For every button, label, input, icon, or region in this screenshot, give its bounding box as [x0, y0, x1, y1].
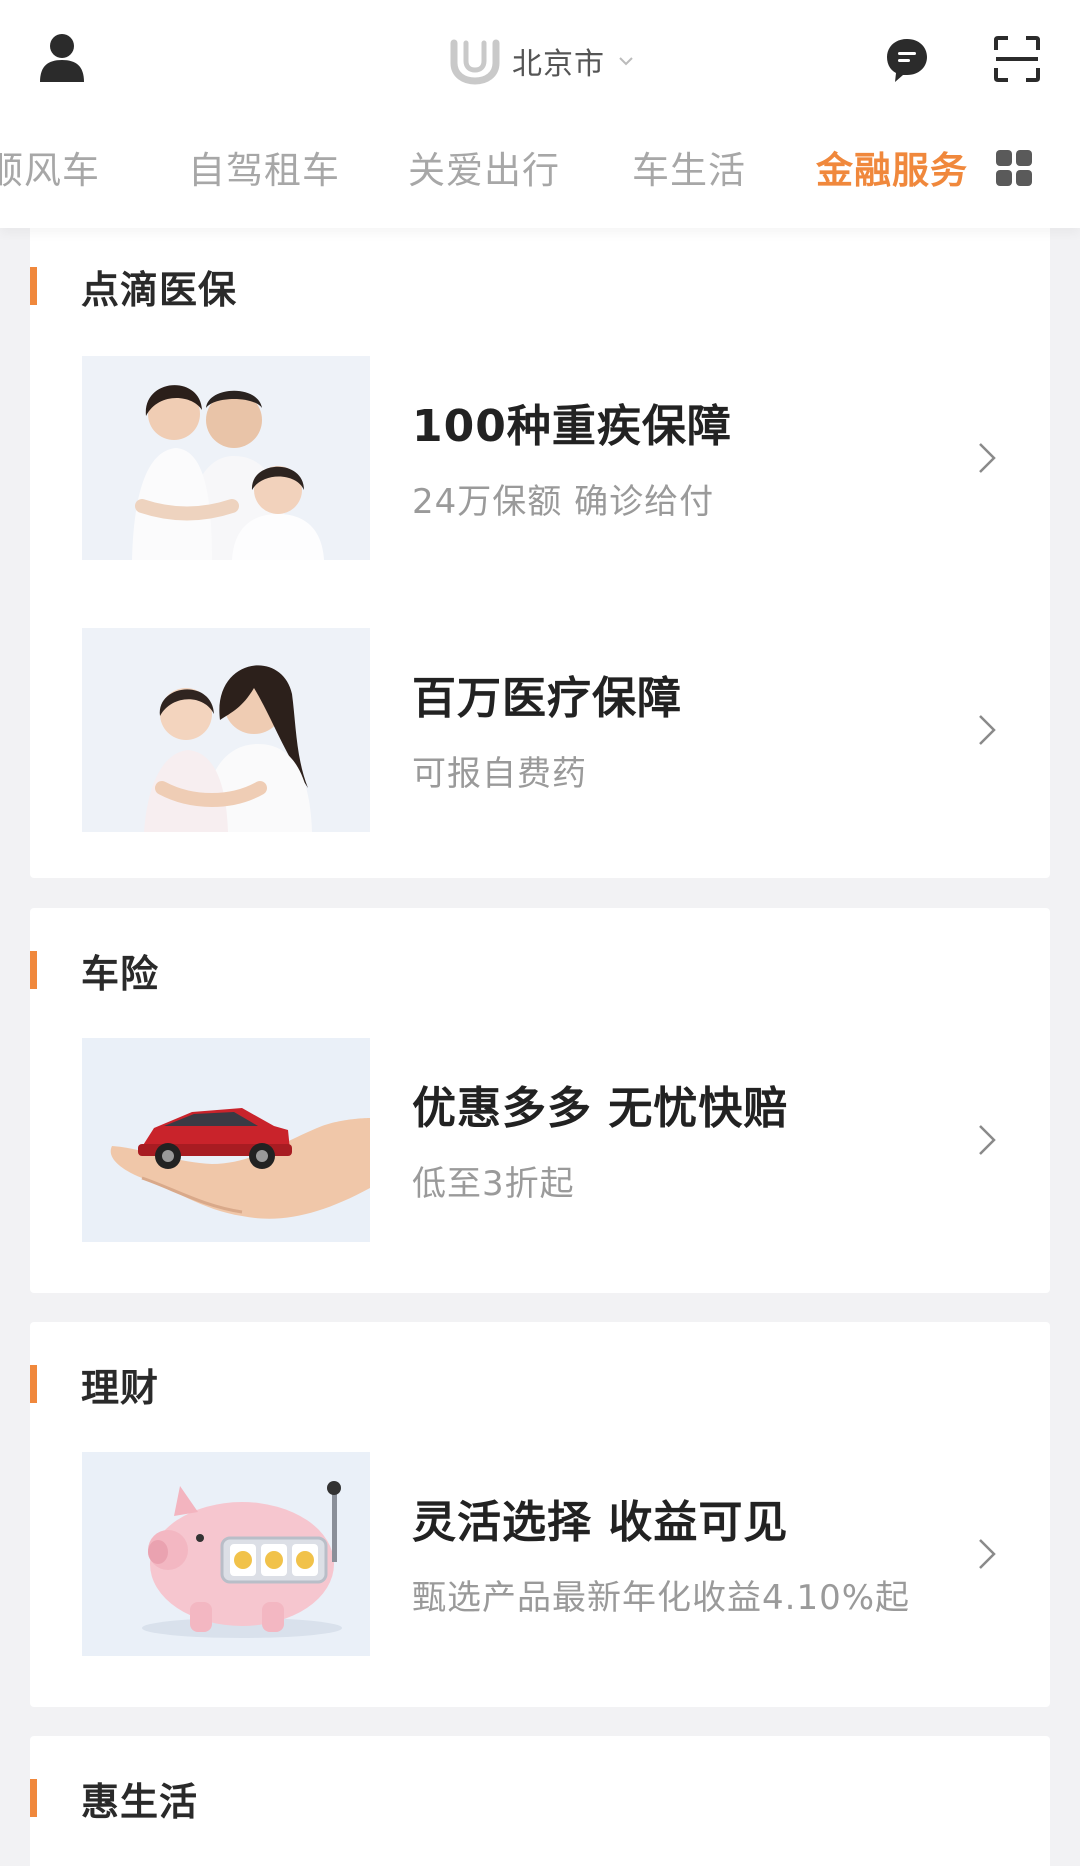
section-card-life-benefits: 惠生活: [30, 1736, 1050, 1866]
chevron-down-icon: [619, 57, 633, 66]
product-item[interactable]: 100种重疾保障 24万保额 确诊给付: [30, 356, 1050, 560]
product-title: 百万医疗保障: [412, 673, 682, 724]
city-label: 北京市: [512, 47, 605, 82]
chevron-right-icon: [979, 1539, 996, 1569]
product-title: 优惠多多 无忧快赔: [412, 1083, 789, 1134]
product-subtitle: 24万保额 确诊给付: [412, 482, 715, 522]
mother-and-daughter-photo: [82, 628, 370, 832]
section-card-health-insurance: 点滴医保 100种重疾保障 24万保额 确诊给付 百万医疗保障 可报自费药: [30, 228, 1050, 878]
tab-car-rental[interactable]: 自驾租车: [188, 136, 340, 206]
category-tabs: 顺风车 自驾租车 关爱出行 车生活 金融服务: [0, 136, 1080, 206]
section-title: 理财: [81, 1365, 160, 1410]
product-title: 灵活选择 收益可见: [412, 1497, 789, 1548]
product-item[interactable]: 灵活选择 收益可见 甄选产品最新年化收益4.10%起: [30, 1452, 1050, 1656]
section-title: 点滴医保: [81, 267, 238, 312]
section-accent-bar: [30, 951, 37, 989]
chevron-right-icon: [979, 443, 996, 473]
section-header: 理财: [30, 1356, 159, 1412]
product-subtitle: 甄选产品最新年化收益4.10%起: [412, 1578, 911, 1618]
piggy-bank-slot-machine: [82, 1452, 370, 1656]
section-title: 惠生活: [81, 1779, 199, 1824]
scan-icon[interactable]: [986, 28, 1048, 90]
section-accent-bar: [30, 1365, 37, 1403]
tab-carpool[interactable]: 顺风车: [0, 136, 100, 206]
didi-logo-icon: [450, 39, 500, 85]
tab-care-travel[interactable]: 关爱出行: [408, 136, 560, 206]
chevron-right-icon: [979, 1125, 996, 1155]
grid-menu-icon[interactable]: [996, 150, 1034, 188]
person-icon[interactable]: [34, 28, 90, 88]
section-header: 惠生活: [30, 1770, 198, 1826]
product-title: 100种重疾保障: [412, 401, 732, 452]
product-item[interactable]: 百万医疗保障 可报自费药: [30, 628, 1050, 832]
section-card-wealth-management: 理财 灵活选择 收益可见 甄选产品最新年化收益4.10%起: [30, 1322, 1050, 1707]
tab-financial-services[interactable]: 金融服务: [816, 136, 968, 206]
section-header: 车险: [30, 942, 159, 998]
family-of-three-photo: [82, 356, 370, 560]
product-item[interactable]: 优惠多多 无忧快赔 低至3折起: [30, 1038, 1050, 1242]
city-selector[interactable]: 北京市: [446, 36, 635, 86]
tab-car-life[interactable]: 车生活: [632, 136, 746, 206]
car-on-hand-photo: [82, 1038, 370, 1242]
message-bubble-icon[interactable]: [878, 30, 936, 90]
product-subtitle: 低至3折起: [412, 1164, 575, 1204]
chevron-right-icon: [979, 715, 996, 745]
product-subtitle: 可报自费药: [412, 754, 587, 794]
section-accent-bar: [30, 1779, 37, 1817]
top-bar: 北京市 顺风车 自驾租车 关爱出行 车生活 金融服务: [0, 0, 1080, 228]
section-card-car-insurance: 车险 优惠多多 无忧快赔 低至3折起: [30, 908, 1050, 1293]
section-header: 点滴医保: [30, 258, 237, 314]
section-accent-bar: [30, 267, 37, 305]
header: 北京市: [0, 0, 1080, 118]
section-title: 车险: [81, 951, 160, 996]
